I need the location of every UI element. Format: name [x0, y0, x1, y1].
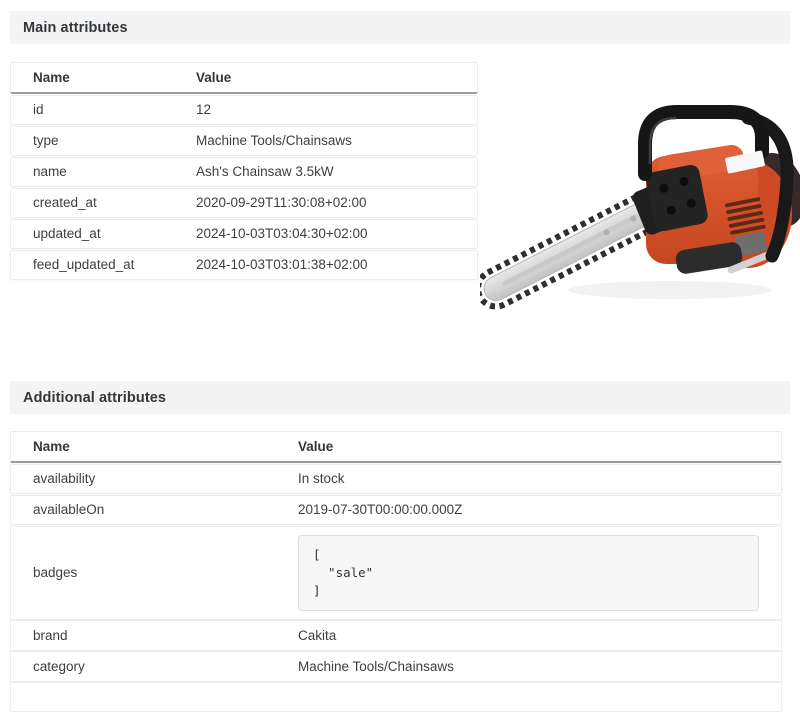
- attr-value-cell: [ "sale" ]: [298, 535, 781, 611]
- attr-value-cell: 2019-07-30T00:00:00.000Z: [298, 502, 781, 517]
- attr-name-cell: availableOn: [11, 502, 298, 517]
- attr-value-cell: Ash's Chainsaw 3.5kW: [196, 164, 477, 179]
- attr-name-cell: updated_at: [11, 226, 196, 241]
- table-row: brand Cakita: [10, 620, 782, 651]
- table-row: updated_at 2024-10-03T03:04:30+02:00: [10, 219, 478, 250]
- table-row: availability In stock: [10, 464, 782, 495]
- additional-attributes-header: Additional attributes: [10, 381, 790, 414]
- main-attributes-table: Name Value id 12 type Machine Tools/Chai…: [10, 62, 478, 314]
- attr-value-cell: Cakita: [298, 628, 781, 643]
- attr-name-cell: feed_updated_at: [11, 257, 196, 272]
- attr-value-cell: 2024-10-03T03:04:30+02:00: [196, 226, 477, 241]
- table-row-badges: badges [ "sale" ]: [10, 526, 782, 620]
- attr-name-cell: brand: [11, 628, 298, 643]
- column-header-name: Name: [11, 70, 196, 85]
- product-image: [478, 62, 800, 314]
- main-attributes-content: Name Value id 12 type Machine Tools/Chai…: [10, 62, 790, 314]
- badges-json-code-block: [ "sale" ]: [298, 535, 759, 611]
- attr-name-cell: id: [11, 102, 196, 117]
- table-row: category Machine Tools/Chainsaws: [10, 651, 782, 682]
- table-row: name Ash's Chainsaw 3.5kW: [10, 157, 478, 188]
- column-header-name: Name: [11, 439, 298, 454]
- attr-value-cell: 2024-10-03T03:01:38+02:00: [196, 257, 477, 272]
- attr-value-cell: 2020-09-29T11:30:08+02:00: [196, 195, 477, 210]
- table-header-row: Name Value: [10, 431, 782, 463]
- attr-value-cell: In stock: [298, 471, 781, 486]
- table-header-row: Name Value: [10, 62, 478, 94]
- table-row: availableOn 2019-07-30T00:00:00.000Z: [10, 495, 782, 526]
- column-header-value: Value: [298, 439, 781, 454]
- product-attributes-page: Main attributes Name Value id 12 type Ma…: [0, 0, 800, 712]
- attr-name-cell: availability: [11, 471, 298, 486]
- image-shadow: [568, 281, 772, 299]
- attr-value-cell: Machine Tools/Chainsaws: [298, 659, 781, 674]
- table-row: feed_updated_at 2024-10-03T03:01:38+02:0…: [10, 250, 478, 281]
- main-attributes-header: Main attributes: [10, 11, 790, 44]
- attr-name-cell: name: [11, 164, 196, 179]
- table-row: id 12: [10, 95, 478, 126]
- attr-name-cell: type: [11, 133, 196, 148]
- column-header-value: Value: [196, 70, 477, 85]
- attr-name-cell: created_at: [11, 195, 196, 210]
- additional-attributes-title: Additional attributes: [23, 390, 166, 406]
- attr-name-cell: category: [11, 659, 298, 674]
- table-row: type Machine Tools/Chainsaws: [10, 126, 478, 157]
- table-row: created_at 2020-09-29T11:30:08+02:00: [10, 188, 478, 219]
- main-attributes-title: Main attributes: [23, 20, 128, 36]
- table-row-partial: [10, 682, 782, 712]
- attr-value-cell: 12: [196, 102, 477, 117]
- attr-name-cell: badges: [11, 565, 298, 580]
- additional-attributes-table: Name Value availability In stock availab…: [10, 431, 782, 712]
- chainsaw-photo: [480, 62, 800, 314]
- attr-value-cell: Machine Tools/Chainsaws: [196, 133, 477, 148]
